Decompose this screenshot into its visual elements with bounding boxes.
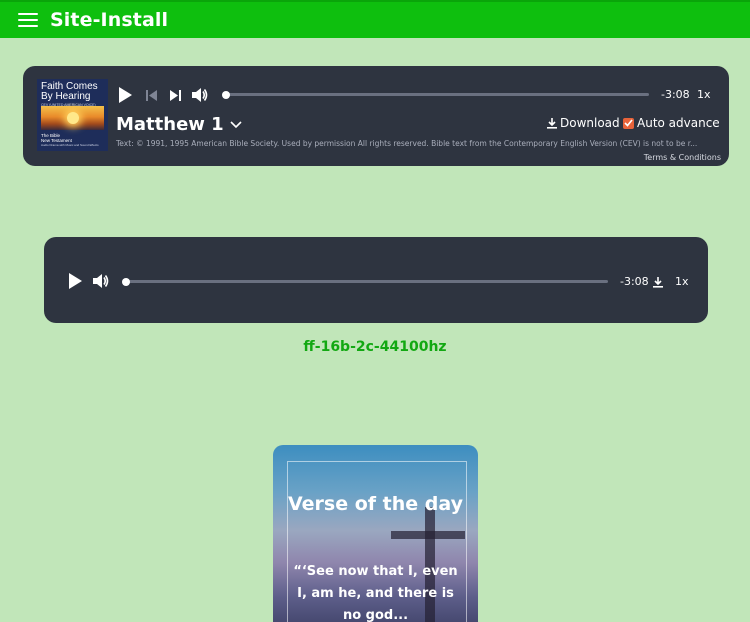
- verse-text: “‘See now that I, even I, am he, and the…: [293, 564, 458, 622]
- chapter-label: Matthew 1: [116, 114, 224, 135]
- top-app-bar: Site-Install: [0, 0, 750, 38]
- seek-bar[interactable]: [125, 280, 608, 283]
- seek-knob[interactable]: [122, 278, 130, 286]
- time-remaining: -3:08: [661, 88, 690, 101]
- verse-title: Verse of the day: [288, 493, 463, 515]
- download-label: Download: [560, 116, 620, 130]
- playback-speed[interactable]: 1x: [675, 275, 689, 288]
- skip-previous-icon[interactable]: [143, 87, 159, 103]
- chevron-down-icon: [230, 120, 242, 129]
- playback-speed[interactable]: 1x: [697, 88, 711, 101]
- copyright-text: Text: © 1991, 1995 American Bible Societ…: [116, 139, 698, 148]
- auto-advance-label: Auto advance: [637, 116, 720, 130]
- audio-player: -3:08 1x: [44, 237, 708, 323]
- volume-icon[interactable]: [92, 272, 110, 290]
- volume-icon[interactable]: [191, 86, 209, 104]
- download-icon[interactable]: [652, 275, 664, 289]
- cover-bottom-text: The Bible New Testament: [41, 133, 72, 143]
- album-cover: Faith Comes By Hearing CEV (UNITED AMERI…: [37, 79, 108, 151]
- seek-bar[interactable]: [223, 93, 649, 96]
- site-title[interactable]: Site-Install: [50, 9, 168, 31]
- auto-advance-toggle[interactable]: Auto advance: [623, 116, 720, 130]
- cover-bottom-line3: Audio Drama with Music and Sound Effects: [41, 143, 99, 147]
- bible-audio-player: Faith Comes By Hearing CEV (UNITED AMERI…: [23, 66, 729, 166]
- download-button[interactable]: Download: [547, 116, 620, 130]
- chapter-selector[interactable]: Matthew 1: [116, 114, 242, 135]
- cross-image-bar: [391, 531, 465, 539]
- cover-title-2: By Hearing: [41, 91, 91, 102]
- time-remaining: -3:08: [620, 275, 649, 288]
- download-icon: [547, 117, 557, 129]
- auto-advance-checkbox[interactable]: [623, 117, 634, 129]
- cover-sunset-image: [41, 106, 104, 130]
- audio-file-label: ff-16b-2c-44100hz: [303, 339, 447, 355]
- menu-icon[interactable]: [18, 13, 38, 27]
- skip-next-icon[interactable]: [167, 87, 183, 103]
- terms-link[interactable]: Terms & Conditions: [644, 153, 721, 162]
- seek-knob[interactable]: [222, 91, 230, 99]
- play-icon[interactable]: [116, 86, 134, 104]
- verse-of-the-day-card[interactable]: Verse of the day “‘See now that I, even …: [273, 445, 478, 622]
- play-icon[interactable]: [66, 272, 84, 290]
